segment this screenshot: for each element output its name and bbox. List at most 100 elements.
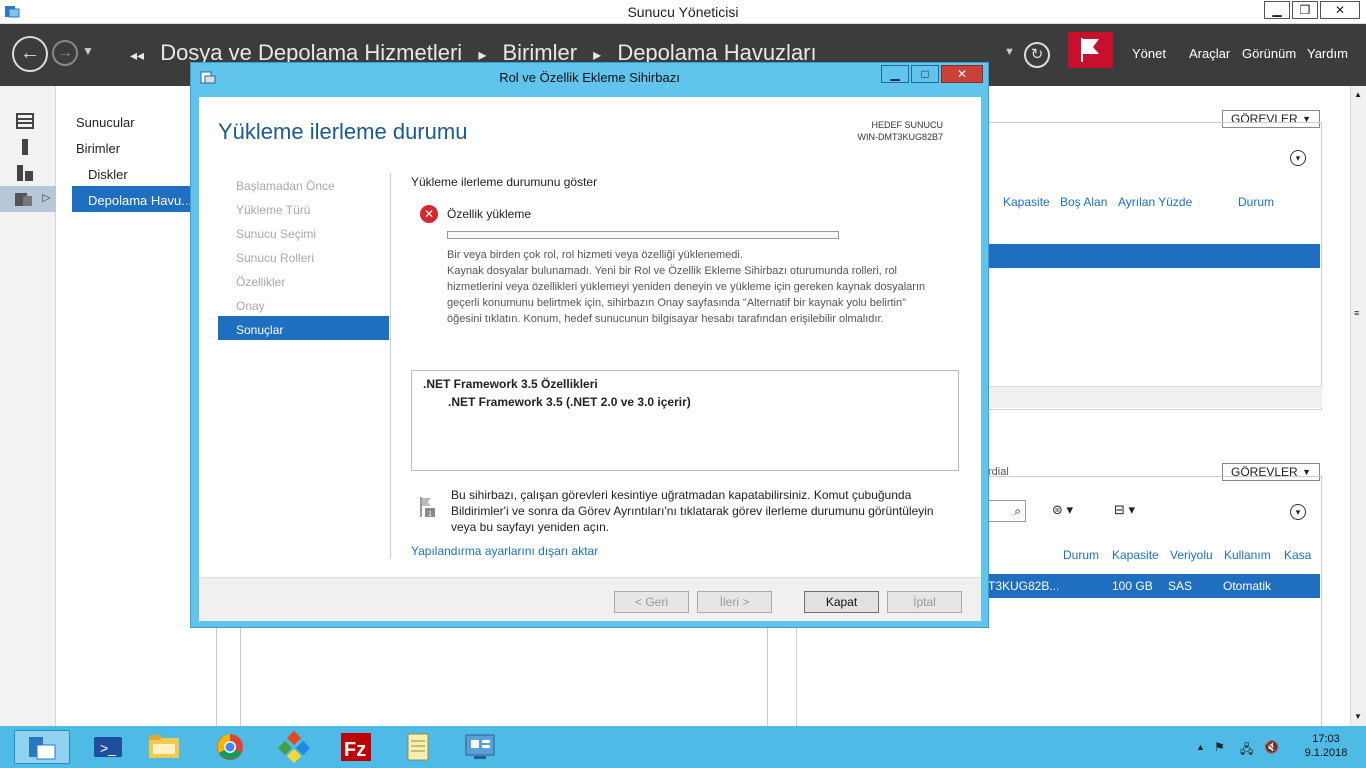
powershell-icon[interactable]: >_ [84,730,132,764]
tree-item-volumes[interactable]: Birimler [76,141,120,156]
error-message-1: Bir veya birden çok rol, rol hizmeti vey… [447,249,743,261]
column-chassis[interactable]: Kasa [1284,548,1311,562]
close-button[interactable]: ✕ [1320,1,1360,19]
file-storage-nav[interactable]: ▷ [0,186,56,212]
disk-usage: Otomatik [1223,579,1272,593]
collapse-icon[interactable]: ▾ [1290,504,1306,520]
column-free-space[interactable]: Boş Alan [1060,195,1107,209]
step-installation-type[interactable]: Yükleme Türü [236,203,310,217]
next-button[interactable]: İleri > [697,591,772,613]
window-title: Sunucu Yöneticisi [627,4,739,20]
menu-manage[interactable]: Yönet [1132,46,1166,61]
error-icon: ✕ [420,205,438,223]
expand-arrow-icon[interactable]: ▷ [42,191,50,204]
dialog-close-button[interactable]: ✕ [941,65,983,83]
action-center-icon[interactable]: ⚑ [1214,740,1225,754]
clock-time: 17:03 [1312,733,1340,745]
breadcrumb-expand-icon[interactable]: ◂◂ [130,47,144,63]
disk-row[interactable]: T3KUG82B... 100 GB SAS Otomatik [988,574,1320,598]
taskbar: >_ Fz ▲ ⚑ 🖧 🔇 17:03 9.1.2018 [0,726,1366,768]
search-icon[interactable]: ⌕ [988,500,1026,522]
all-servers-icon[interactable] [16,164,34,182]
export-settings-link[interactable]: Yapılandırma ayarlarını dışarı aktar [411,544,598,558]
column-bus[interactable]: Veriyolu [1170,548,1213,562]
tree-item-servers[interactable]: Sunucular [76,115,135,130]
dashboard-icon[interactable] [16,112,34,130]
network-icon[interactable]: 🖧 [1240,740,1253,761]
target-server: HEDEF SUNUCU WIN-DMT3KUG82B7 [857,119,943,143]
back-arrow-icon[interactable]: ← [12,36,48,72]
step-features[interactable]: Özellikler [236,275,285,289]
disks-panel [988,476,1322,726]
chrome-icon[interactable] [206,730,254,764]
svg-text:Fz: Fz [344,739,366,761]
notifications-flag-icon[interactable] [1068,32,1113,68]
dialog-title: Rol ve Özellik Ekleme Sihirbazı [499,70,680,85]
disk-name: T3KUG82B... [988,579,1060,593]
status-label: Özellik yükleme [447,207,532,221]
maximize-button[interactable]: ❐ [1292,1,1318,19]
step-server-roles[interactable]: Sunucu Rolleri [236,251,314,265]
menu-view[interactable]: Görünüm [1242,46,1296,61]
dialog-body: Yükleme ilerleme durumu HEDEF SUNUCU WIN… [199,97,981,621]
save-query-icon[interactable]: ⊟ ▾ [1114,502,1135,518]
divider [390,173,391,559]
column-usage[interactable]: Kullanım [1224,548,1271,562]
file-explorer-icon[interactable] [140,730,188,764]
notepad-icon[interactable] [394,730,442,764]
vertical-scrollbar[interactable]: ▲ ≡ ▼ [1350,86,1366,726]
disk-capacity: 100 GB [1112,579,1153,593]
progress-bar [447,231,839,239]
target-server-label: HEDEF SUNUCU [871,120,943,130]
right-pane: GÖREVLER ▼ ▾ Kapasite Boş Alan Ayrılan Yü… [988,86,1366,726]
column-status[interactable]: Durum [1238,195,1274,209]
history-dropdown-icon[interactable]: ▼ [82,44,94,58]
filezilla-icon[interactable]: Fz [332,730,380,764]
selected-pool-row[interactable] [988,244,1320,268]
tree-item-disks[interactable]: Diskler [88,167,128,182]
collapse-icon[interactable]: ▾ [1290,150,1306,166]
progress-heading: Yükleme ilerleme durumunu göster [411,175,598,189]
column-capacity[interactable]: Kapasite [1112,548,1159,562]
error-message-2: Kaynak dosyalar bulunamadı. Yeni bir Rol… [447,265,926,325]
window-titlebar: Sunucu Yöneticisi ▁ ❐ ✕ [0,0,1366,24]
step-before-you-begin[interactable]: Başlamadan Önce [236,179,335,193]
local-server-icon[interactable] [16,138,34,156]
clock-date: 9.1.2018 [1304,747,1348,759]
control-panel-icon[interactable] [456,730,504,764]
minimize-button[interactable]: ▁ [1264,1,1290,19]
horizontal-scrollbar[interactable] [988,386,1322,408]
dropdown-icon[interactable]: ▼ [1004,46,1015,58]
step-confirmation[interactable]: Onay [236,299,265,313]
network-app-icon[interactable] [270,730,318,764]
cancel-button[interactable]: İptal [887,591,962,613]
left-icon-column: ▷ [0,86,56,726]
dialog-maximize-button[interactable]: □ [911,65,939,83]
menu-tools[interactable]: Araçlar [1189,46,1230,61]
list-view-icon[interactable]: ⊜ ▾ [1052,502,1073,518]
feature-list: .NET Framework 3.5 Özellikleri .NET Fram… [411,370,959,471]
dialog-minimize-button[interactable]: ▁ [881,65,909,83]
volume-muted-icon[interactable]: 🔇 [1264,740,1279,754]
close-wizard-button[interactable]: Kapat [804,591,879,613]
file-storage-icon [15,193,32,206]
column-allocated-percent[interactable]: Ayrılan Yüzde [1118,195,1192,209]
info-text: Bu sihirbazı, çalışan görevleri kesintiy… [451,488,934,534]
svg-text:1: 1 [428,511,432,518]
show-hidden-icons[interactable]: ▲ [1196,742,1205,752]
column-status[interactable]: Durum [1063,548,1099,562]
forward-arrow-icon[interactable]: → [52,40,78,66]
tree-item-storage-pools[interactable]: Depolama Havu... [88,193,192,208]
refresh-icon[interactable]: ↻ [1024,42,1050,68]
step-server-selection[interactable]: Sunucu Seçimi [236,227,316,241]
server-manager-taskbar-icon[interactable] [14,730,70,764]
step-results[interactable]: Sonuçlar [236,323,283,337]
column-capacity[interactable]: Kapasite [1003,195,1050,209]
dialog-footer: < Geri İleri > Kapat İptal [199,577,981,621]
notification-flag-icon: 1 [420,497,435,518]
menu-help[interactable]: Yardım [1307,46,1348,61]
feature-item: .NET Framework 3.5 Özellikleri [423,377,598,391]
back-button[interactable]: < Geri [614,591,689,613]
page-title: Yükleme ilerleme durumu [218,119,468,144]
clock[interactable]: 17:03 9.1.2018 [1290,732,1362,760]
